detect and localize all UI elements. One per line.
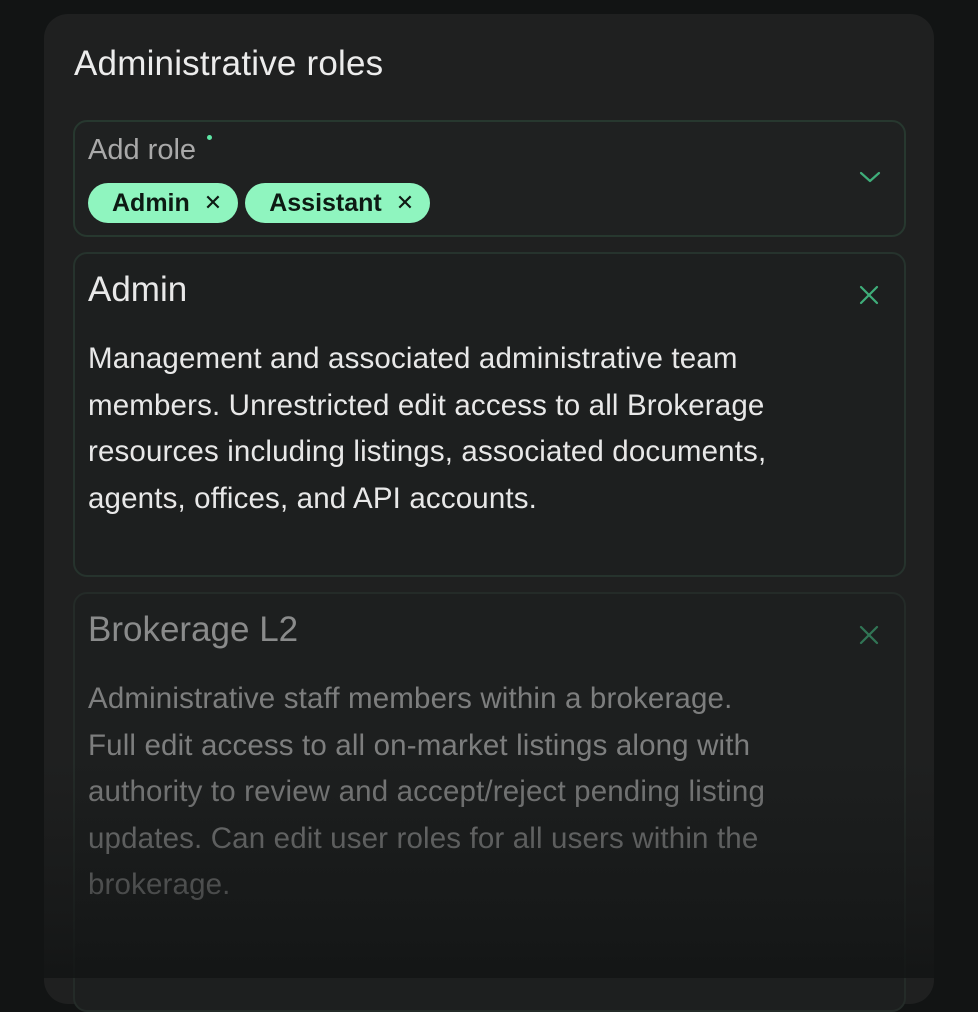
role-card-title: Admin: [88, 270, 188, 309]
close-icon[interactable]: [858, 624, 880, 646]
add-role-label: Add role: [88, 134, 197, 166]
chip-label: Assistant: [269, 188, 382, 217]
administrative-roles-panel: Administrative roles Add role Admin ✕ As…: [44, 14, 934, 1012]
panel-title: Administrative roles: [74, 44, 384, 83]
required-indicator: [207, 135, 212, 140]
chip-assistant[interactable]: Assistant ✕: [245, 183, 431, 223]
role-card-admin: Admin Management and associated administ…: [73, 252, 906, 577]
chip-label: Admin: [112, 188, 190, 217]
role-card-description: Administrative staff members within a br…: [88, 682, 766, 901]
close-icon[interactable]: [858, 284, 880, 306]
close-icon[interactable]: ✕: [396, 192, 414, 214]
role-card-brokerage-l2: Brokerage L2 Administrative staff member…: [73, 592, 906, 1012]
chip-admin[interactable]: Admin ✕: [88, 183, 239, 223]
close-icon[interactable]: ✕: [204, 192, 222, 214]
role-card-title: Brokerage L2: [88, 610, 299, 649]
add-role-select[interactable]: Add role Admin ✕ Assistant ✕: [73, 120, 906, 237]
chevron-down-icon[interactable]: [858, 169, 882, 185]
selected-role-chips: Admin ✕ Assistant ✕: [88, 183, 431, 223]
role-card-description: Management and associated administrative…: [88, 342, 767, 515]
